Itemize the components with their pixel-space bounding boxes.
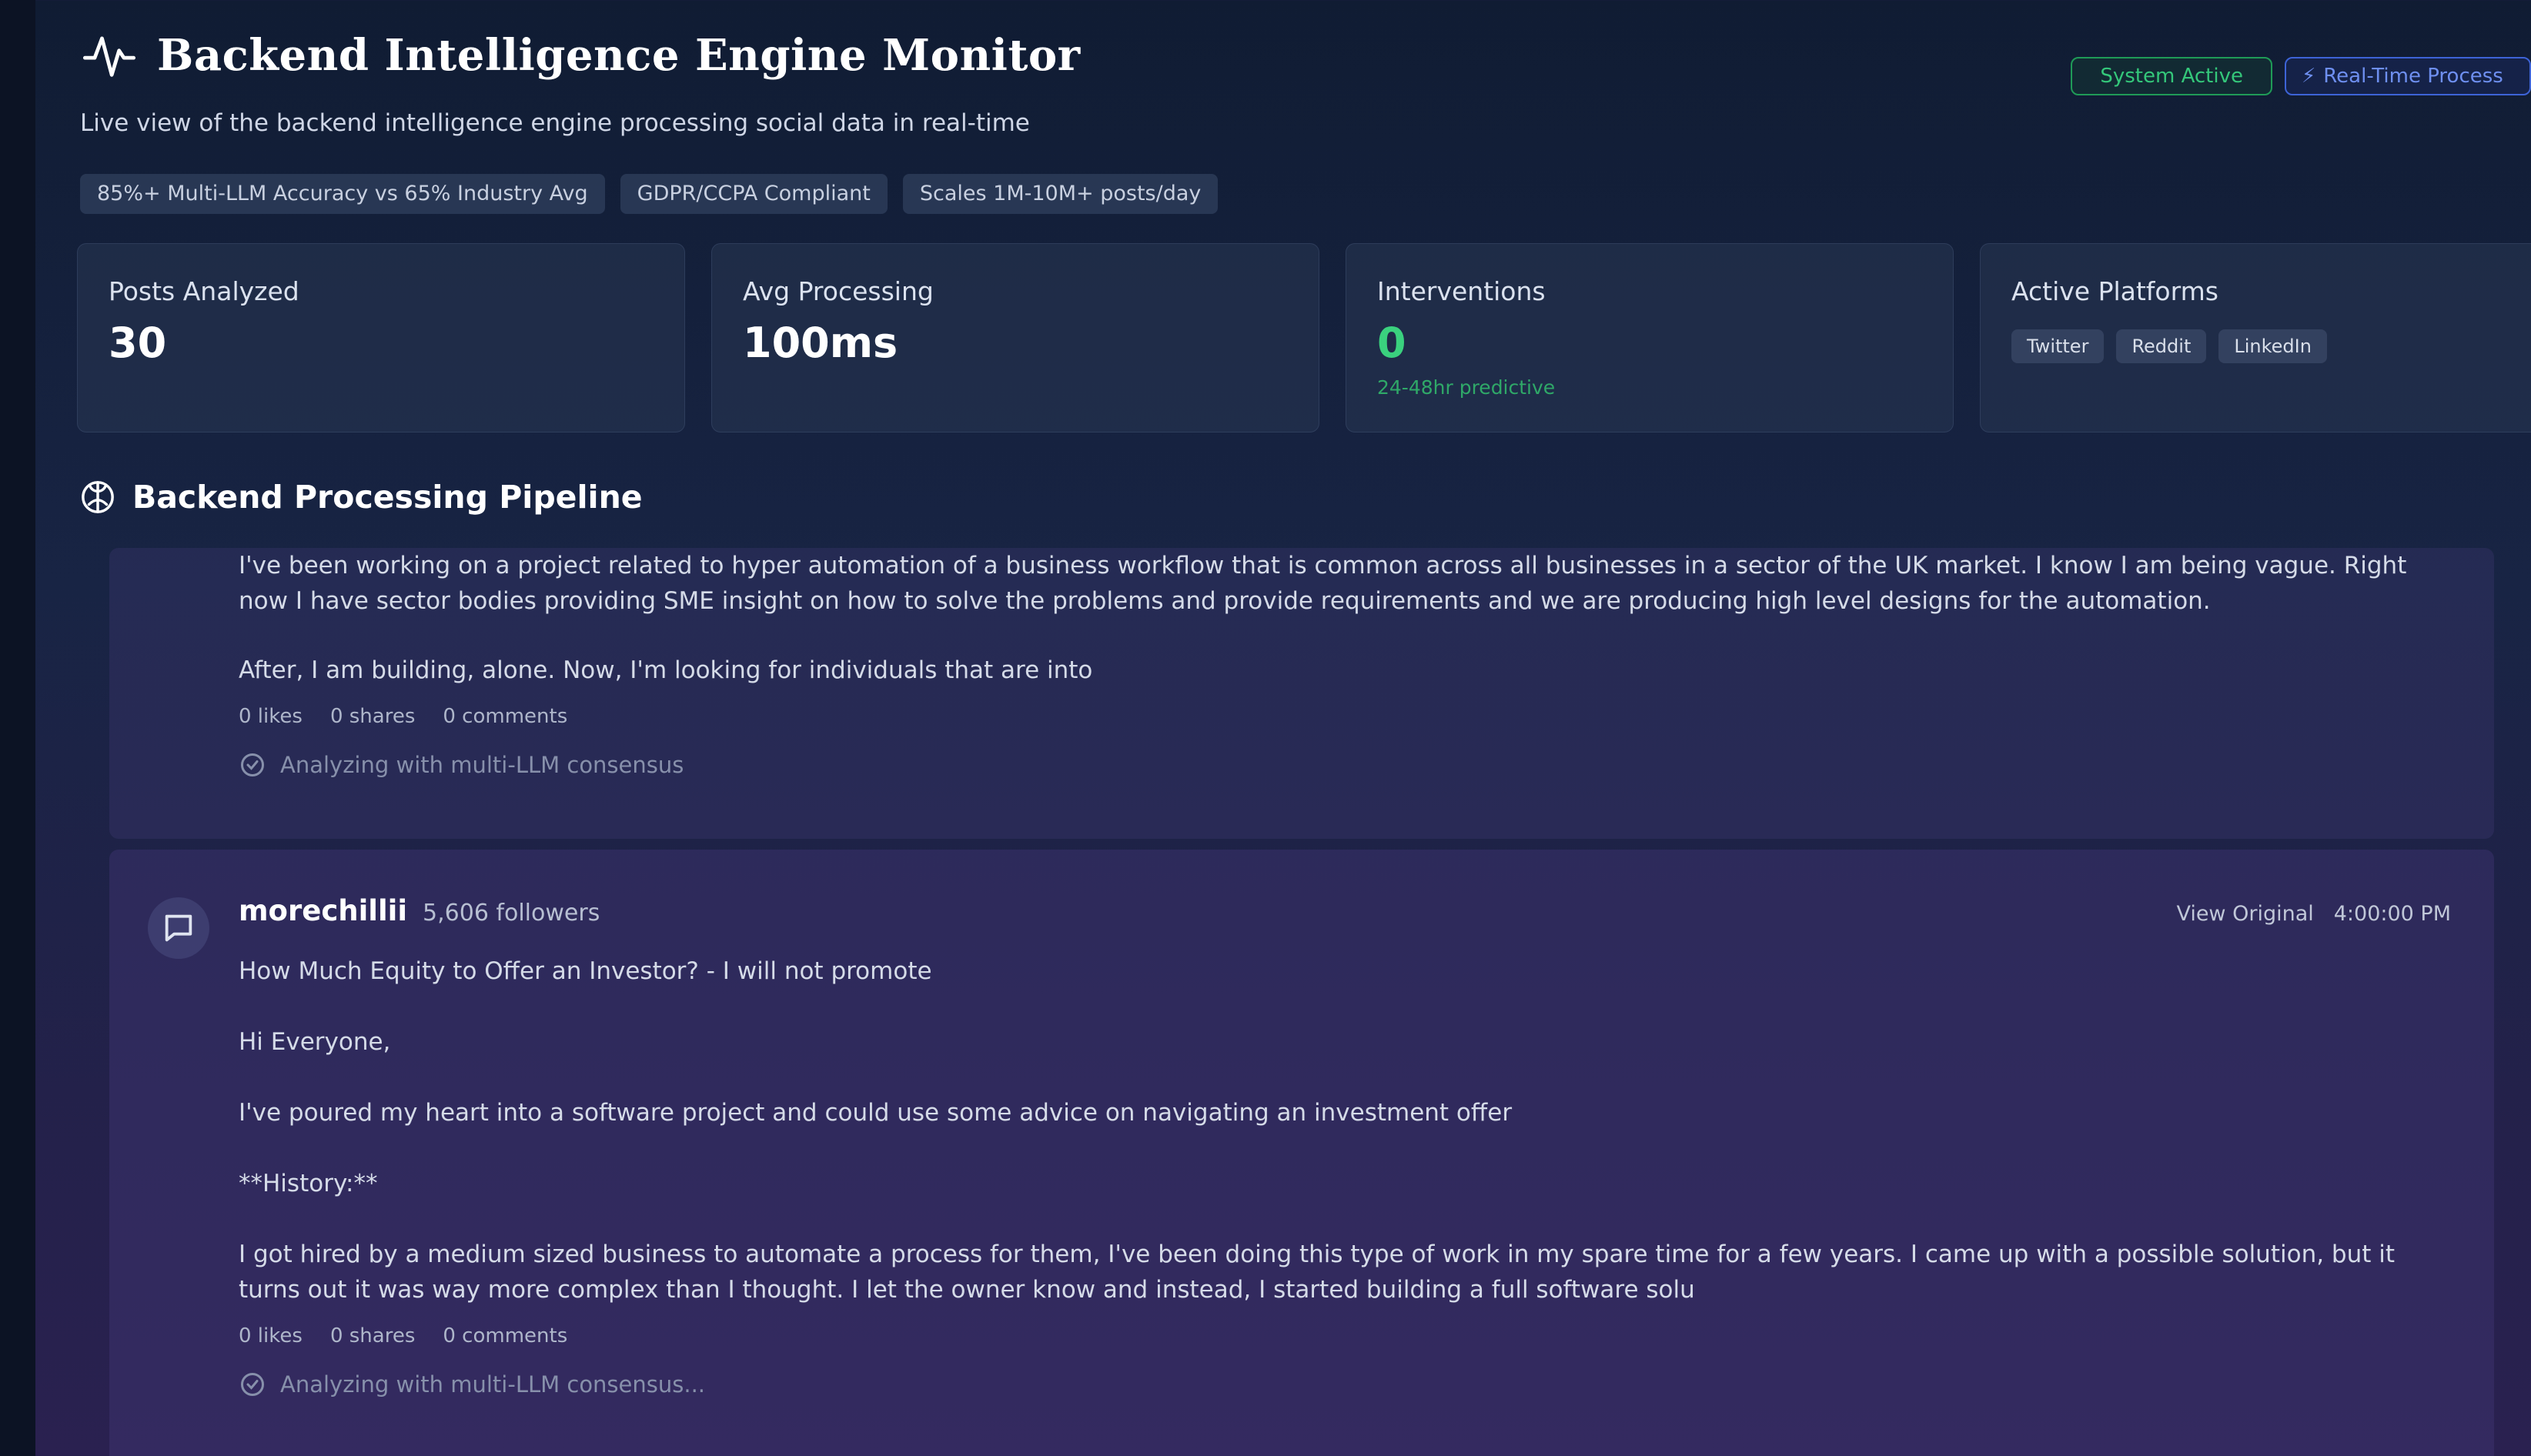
real-time-badge-label: Real-Time Process [2323,65,2503,88]
posts-analyzed-value: 30 [109,319,167,367]
real-time-processing-badge: ⚡ Real-Time Process [2285,57,2531,95]
view-original-link[interactable]: View Original [2176,902,2313,926]
post-paragraph: I've poured my heart into a software pro… [239,1099,1513,1127]
post-time: 4:00:00 PM [2333,902,2451,926]
scale-tag: Scales 1M-10M+ posts/day [902,174,1219,214]
author-info: morechillii 5,606 followers [239,894,600,927]
post-card: I've been working on a project related t… [109,548,2494,839]
post-paragraph: **History:** [239,1170,378,1197]
follower-count: 5,606 followers [423,900,600,927]
interventions-value: 0 [1377,319,1406,367]
posts-analyzed-label: Posts Analyzed [109,276,299,306]
post-title: How Much Equity to Offer an Investor? - … [239,957,932,985]
post-paragraph: After, I am building, alone. Now, I'm lo… [239,656,1093,684]
bolt-icon: ⚡ [2302,65,2316,88]
monitor-app: Backend Intelligence Engine Monitor Syst… [35,0,2531,1456]
platform-chip-linkedin: LinkedIn [2218,329,2327,363]
analysis-status-text: Analyzing with multi-LLM consensus [280,752,684,778]
post-engagement: 0 likes 0 shares 0 comments [239,705,2451,728]
page-title: Backend Intelligence Engine Monitor [157,30,1081,81]
post-header: morechillii 5,606 followers View Origina… [239,894,2451,927]
pipeline-title: Backend Processing Pipeline [132,479,643,516]
post-header-right: View Original 4:00:00 PM [2176,902,2451,926]
active-platforms-label: Active Platforms [2011,276,2218,306]
message-icon [148,897,209,959]
activity-pulse-icon [80,26,139,85]
post-card: morechillii 5,606 followers View Origina… [109,850,2494,1456]
comments-count: 0 comments [443,705,568,728]
post-paragraph: I've been working on a project related t… [239,552,2407,615]
likes-count: 0 likes [239,1324,303,1347]
feature-tags: 85%+ Multi-LLM Accuracy vs 65% Industry … [80,174,1219,214]
pipeline-feed[interactable]: I've been working on a project related t… [109,548,2531,1456]
interventions-card: Interventions 0 24-48hr predictive [1346,243,1954,432]
system-active-badge: System Active [2071,57,2272,95]
analysis-status: Analyzing with multi-LLM consensus [239,751,2451,779]
processing-icon [241,1373,264,1396]
post-body: morechillii 5,606 followers View Origina… [239,894,2451,1398]
post-paragraph: I got hired by a medium sized business t… [239,1241,2396,1304]
stat-cards: Posts Analyzed 30 Avg Processing 100ms I… [77,243,2531,432]
status-badges: System Active ⚡ Real-Time Process [2071,57,2531,95]
avg-processing-card: Avg Processing 100ms [711,243,1319,432]
author-name[interactable]: morechillii [239,894,407,927]
shares-count: 0 shares [329,705,416,728]
brain-icon [82,481,114,513]
analysis-status: Analyzing with multi-LLM consensus... [239,1371,2451,1398]
accuracy-tag: 85%+ Multi-LLM Accuracy vs 65% Industry … [80,174,605,214]
post-body: I've been working on a project related t… [239,548,2451,779]
analysis-status-text: Analyzing with multi-LLM consensus... [280,1371,706,1398]
processing-icon [241,753,264,776]
post-engagement: 0 likes 0 shares 0 comments [239,1324,2451,1347]
window-left-edge [0,0,35,1456]
platform-list: Twitter Reddit LinkedIn [2011,329,2531,363]
interventions-note: 24-48hr predictive [1377,376,1556,399]
active-platforms-card: Active Platforms Twitter Reddit LinkedIn [1980,243,2531,432]
avg-processing-label: Avg Processing [743,276,934,306]
page-header: Backend Intelligence Engine Monitor Syst… [80,23,2531,123]
compliance-tag: GDPR/CCPA Compliant [620,174,888,214]
comments-count: 0 comments [443,1324,568,1347]
platform-chip-reddit: Reddit [2116,329,2207,363]
avg-processing-value: 100ms [743,319,898,367]
platform-chip-twitter: Twitter [2011,329,2105,363]
page-subtitle: Live view of the backend intelligence en… [80,109,1030,137]
interventions-label: Interventions [1377,276,1546,306]
shares-count: 0 shares [329,1324,416,1347]
pipeline-section-title: Backend Processing Pipeline [80,479,643,516]
posts-analyzed-card: Posts Analyzed 30 [77,243,685,432]
likes-count: 0 likes [239,705,303,728]
post-paragraph: Hi Everyone, [239,1028,391,1056]
